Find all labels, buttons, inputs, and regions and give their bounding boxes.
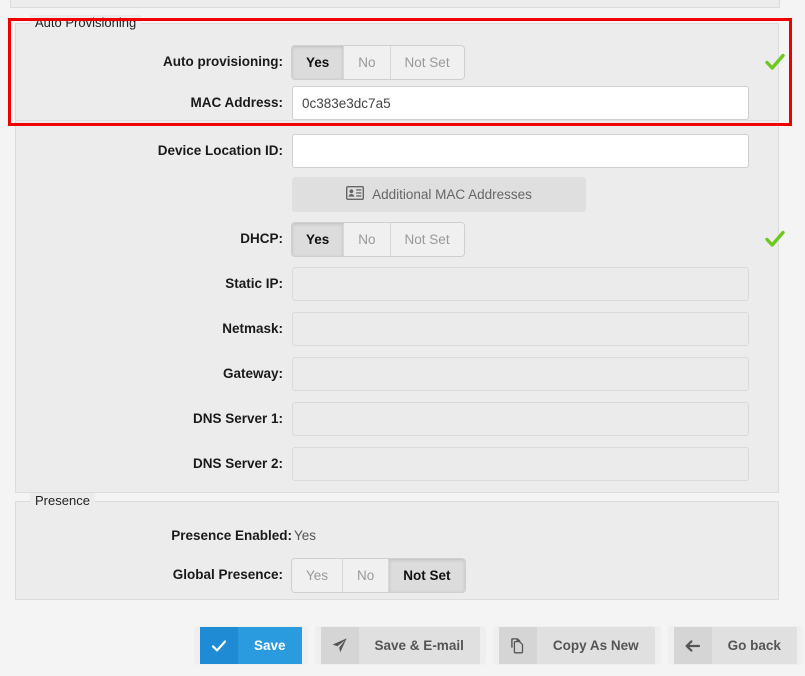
static-ip-label: Static IP: xyxy=(225,276,283,291)
global-presence-label: Global Presence: xyxy=(172,567,283,582)
go-back-button[interactable]: Go back xyxy=(667,626,803,665)
row-additional-mac: Additional MAC Addresses xyxy=(16,177,778,212)
save-and-email-button[interactable]: Save & E-mail xyxy=(314,626,486,665)
presence-enabled-label-wrap: Presence Enabled: xyxy=(16,521,292,551)
previous-section-clipped xyxy=(10,0,780,8)
vcard-icon xyxy=(346,185,365,203)
static-ip-input[interactable] xyxy=(292,267,749,301)
auto-provisioning-option-no[interactable]: No xyxy=(344,46,391,79)
netmask-label: Netmask: xyxy=(222,321,283,336)
additional-mac-addresses-button[interactable]: Additional MAC Addresses xyxy=(292,177,586,212)
auto-provisioning-option-yes[interactable]: Yes xyxy=(292,46,345,79)
valid-check-icon xyxy=(764,51,786,73)
gateway-label: Gateway: xyxy=(222,366,283,381)
action-bar: Save Save & E-mail Copy As New Go back xyxy=(194,626,803,665)
presence-enabled-value: Yes xyxy=(294,528,317,543)
dns-server-1-input[interactable] xyxy=(292,402,749,436)
dns-server-2-label: DNS Server 2: xyxy=(192,456,283,471)
auto-provisioning-label: Auto provisioning: xyxy=(163,54,283,69)
row-global-presence: Global Presence: Yes No Not Set xyxy=(16,558,778,592)
save-button[interactable]: Save xyxy=(194,626,308,665)
global-presence-option-no[interactable]: No xyxy=(343,559,390,592)
arrow-left-icon xyxy=(673,627,712,664)
row-gateway: Gateway: xyxy=(16,357,778,391)
dhcp-option-yes[interactable]: Yes xyxy=(292,223,345,256)
mac-address-input[interactable] xyxy=(292,86,749,120)
row-dns-server-2: DNS Server 2: xyxy=(16,447,778,481)
auto-provisioning-option-not-set[interactable]: Not Set xyxy=(390,46,464,79)
device-location-id-input[interactable] xyxy=(292,134,749,168)
dns-server-2-input[interactable] xyxy=(292,447,749,481)
mac-address-label: MAC Address: xyxy=(190,95,283,110)
network-fieldset: Device Location ID: Additional MAC Addre… xyxy=(15,121,785,493)
valid-check-icon xyxy=(764,228,786,250)
row-presence-enabled: Presence Enabled: Yes xyxy=(16,521,778,551)
row-dhcp: DHCP: Yes No Not Set xyxy=(16,222,785,256)
auto-provisioning-toggle-group[interactable]: Yes No Not Set xyxy=(292,46,464,79)
gateway-input[interactable] xyxy=(292,357,749,391)
row-static-ip: Static IP: xyxy=(16,267,778,301)
row-auto-provisioning: Auto provisioning: Yes No Not Set xyxy=(16,45,785,79)
auto-provisioning-legend: Auto Provisioning xyxy=(30,15,142,31)
auto-provisioning-fieldset: Auto Provisioning Auto provisioning: Yes… xyxy=(15,15,785,121)
netmask-input[interactable] xyxy=(292,312,749,346)
device-location-id-label: Device Location ID: xyxy=(157,143,283,158)
dhcp-option-not-set[interactable]: Not Set xyxy=(390,223,464,256)
check-icon xyxy=(200,627,238,664)
save-and-email-button-label: Save & E-mail xyxy=(358,627,480,664)
dhcp-toggle-group[interactable]: Yes No Not Set xyxy=(292,223,464,256)
row-mac-address: MAC Address: xyxy=(16,86,778,120)
additional-mac-addresses-label: Additional MAC Addresses xyxy=(372,187,532,202)
copy-as-new-button[interactable]: Copy As New xyxy=(492,626,661,665)
global-presence-toggle-group[interactable]: Yes No Not Set xyxy=(292,559,465,592)
presence-legend: Presence xyxy=(30,493,95,509)
row-device-location-id: Device Location ID: xyxy=(16,134,778,168)
go-back-button-label: Go back xyxy=(711,627,797,664)
global-presence-option-not-set[interactable]: Not Set xyxy=(389,559,465,592)
global-presence-option-yes[interactable]: Yes xyxy=(292,559,344,592)
device-settings-page: Auto Provisioning Auto provisioning: Yes… xyxy=(0,0,805,676)
copy-as-new-button-label: Copy As New xyxy=(536,627,655,664)
paper-plane-icon xyxy=(320,627,359,664)
dns-server-1-label: DNS Server 1: xyxy=(192,411,283,426)
dhcp-option-no[interactable]: No xyxy=(344,223,391,256)
dhcp-label: DHCP: xyxy=(240,231,283,246)
row-netmask: Netmask: xyxy=(16,312,778,346)
copy-icon xyxy=(498,627,537,664)
save-button-label: Save xyxy=(238,627,302,664)
presence-enabled-label: Presence Enabled: xyxy=(171,528,292,543)
presence-fieldset: Presence Presence Enabled: Yes Global Pr… xyxy=(15,493,779,600)
row-dns-server-1: DNS Server 1: xyxy=(16,402,778,436)
